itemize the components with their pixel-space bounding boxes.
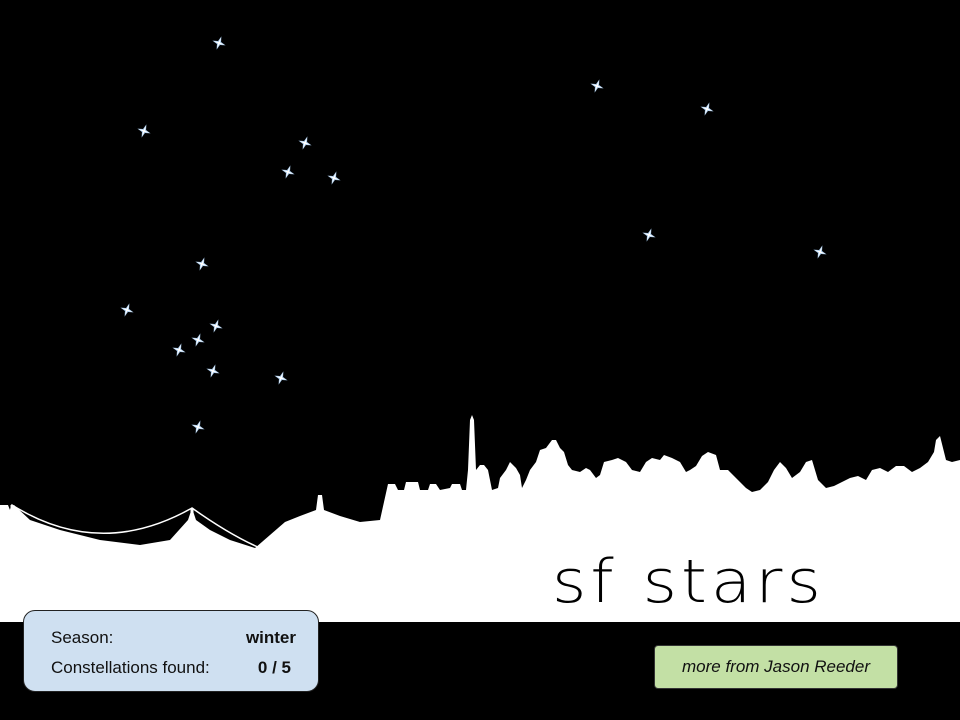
constellations-found-label: Constellations found: <box>51 658 210 677</box>
more-from-author-button[interactable]: more from Jason Reeder <box>654 645 898 689</box>
page-title: SF stars <box>552 546 825 617</box>
season-row: Season: winter <box>51 627 296 649</box>
season-label: Season: <box>51 628 114 647</box>
constellations-row: Constellations found: 0 / 5 <box>51 657 296 679</box>
status-panel: Season: winter Constellations found: 0 /… <box>23 610 319 692</box>
constellations-found-value: 0 / 5 <box>257 658 291 677</box>
season-value: winter <box>245 628 296 647</box>
